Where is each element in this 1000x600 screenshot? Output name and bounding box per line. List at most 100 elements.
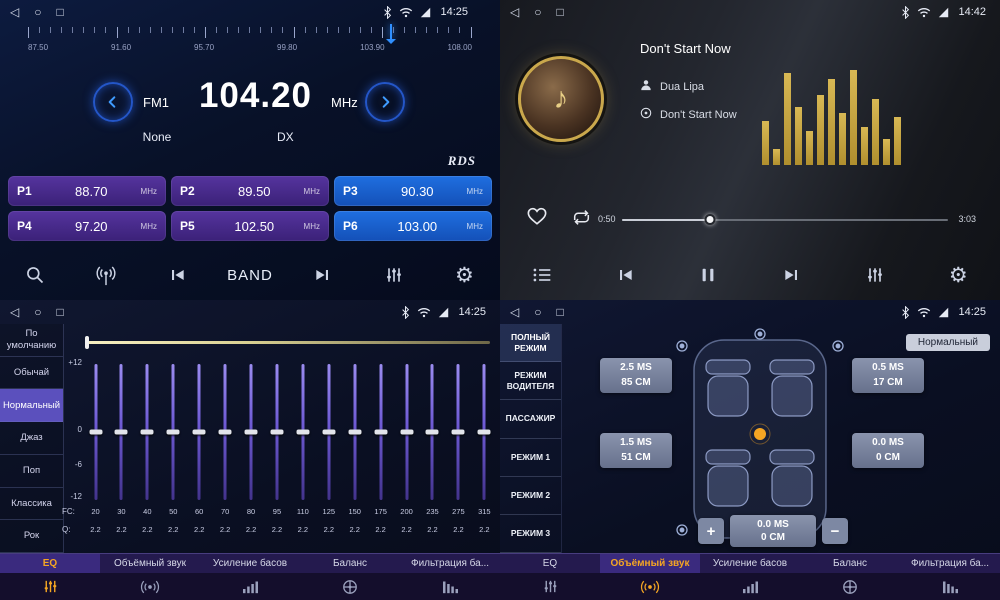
preset-button-6[interactable]: P6 103.00 MHz (334, 211, 492, 241)
eq-band-thumb[interactable] (193, 430, 206, 435)
eq-band-slider[interactable] (477, 364, 492, 500)
master-gain-thumb[interactable] (85, 336, 89, 349)
nav-back-icon[interactable]: ◁ (510, 0, 519, 24)
preset-button-2[interactable]: P2 89.50 MHz (171, 176, 329, 206)
tab-balance[interactable]: Баланс (300, 554, 400, 573)
repeat-icon[interactable] (571, 209, 592, 231)
preset-button-5[interactable]: P5 102.50 MHz (171, 211, 329, 241)
nav-back-icon[interactable]: ◁ (10, 0, 19, 24)
settings-gear-icon[interactable]: ⚙ (937, 254, 979, 296)
eq-preset-classic[interactable]: Классика (0, 488, 63, 521)
playlist-icon[interactable] (521, 254, 563, 296)
filter-tab-icon[interactable] (900, 579, 1000, 594)
mode-full[interactable]: ПОЛНЫЙ РЕЖИМ (500, 324, 561, 362)
delay-decrease-button[interactable]: − (822, 518, 848, 544)
eq-preset-custom[interactable]: Обычай (0, 357, 63, 390)
next-station-icon[interactable] (302, 254, 344, 296)
eq-band-slider[interactable] (140, 364, 155, 500)
eq-preset-normal[interactable]: Нормальный (0, 389, 63, 422)
nav-recents-icon[interactable]: □ (556, 0, 563, 24)
eq-band-slider[interactable] (244, 364, 259, 500)
nav-recents-icon[interactable]: □ (56, 0, 63, 24)
eq-band-slider[interactable] (321, 364, 336, 500)
nav-home-icon[interactable]: ○ (34, 0, 41, 24)
bass-boost-tab-icon[interactable] (200, 579, 300, 594)
filter-tab-icon[interactable] (400, 579, 500, 594)
eq-band-thumb[interactable] (452, 430, 465, 435)
mode-3[interactable]: РЕЖИМ 3 (500, 515, 561, 553)
eq-preset-jazz[interactable]: Джаз (0, 422, 63, 455)
mode-passenger[interactable]: ПАССАЖИР (500, 400, 561, 438)
nav-back-icon[interactable]: ◁ (510, 300, 519, 324)
frequency-ruler[interactable]: 87.50 91.60 95.70 99.80 103.90 108.00 (28, 27, 472, 65)
surround-tab-icon[interactable] (600, 579, 700, 595)
surround-tab-icon[interactable] (100, 579, 200, 595)
eq-band-thumb[interactable] (219, 430, 232, 435)
eq-band-slider[interactable] (425, 364, 440, 500)
pause-icon[interactable] (687, 254, 729, 296)
balance-tab-icon[interactable] (300, 579, 400, 595)
nav-home-icon[interactable]: ○ (534, 300, 541, 324)
eq-band-slider[interactable] (373, 364, 388, 500)
eq-preset-pop[interactable]: Поп (0, 455, 63, 488)
eq-band-slider[interactable] (451, 364, 466, 500)
favorite-heart-icon[interactable] (526, 206, 548, 231)
tab-eq[interactable]: EQ (500, 554, 600, 573)
eq-band-slider[interactable] (218, 364, 233, 500)
eq-preset-rock[interactable]: Рок (0, 520, 63, 553)
eq-band-thumb[interactable] (400, 430, 413, 435)
mode-2[interactable]: РЕЖИМ 2 (500, 477, 561, 515)
nav-home-icon[interactable]: ○ (34, 300, 41, 324)
mode-driver[interactable]: РЕЖИМ ВОДИТЕЛЯ (500, 362, 561, 400)
tab-balance[interactable]: Баланс (800, 554, 900, 573)
bass-boost-tab-icon[interactable] (700, 579, 800, 594)
eq-band-thumb[interactable] (89, 430, 102, 435)
sound-profile-button[interactable]: Нормальный (906, 334, 990, 351)
seek-down-button[interactable] (93, 82, 133, 122)
tab-eq[interactable]: EQ (0, 554, 100, 573)
eq-band-slider[interactable] (192, 364, 207, 500)
balance-tab-icon[interactable] (800, 579, 900, 595)
front-left-delay[interactable]: 2.5 MS 85 CM (600, 358, 672, 393)
eq-band-thumb[interactable] (348, 430, 361, 435)
preset-button-3[interactable]: P3 90.30 MHz (334, 176, 492, 206)
next-track-icon[interactable] (771, 254, 813, 296)
tab-surround[interactable]: Объёмный звук (100, 554, 200, 573)
tab-surround[interactable]: Объёмный звук (600, 554, 700, 573)
eq-band-thumb[interactable] (167, 430, 180, 435)
mixer-sliders-icon[interactable] (854, 254, 896, 296)
master-gain-slider[interactable] (88, 341, 490, 344)
settings-gear-icon[interactable]: ⚙ (443, 254, 485, 296)
tab-filter[interactable]: Фильтрация ба... (900, 554, 1000, 573)
progress-thumb[interactable] (705, 214, 716, 225)
eq-band-slider[interactable] (269, 364, 284, 500)
equalizer-icon[interactable] (373, 254, 415, 296)
auto-scan-icon[interactable] (85, 254, 127, 296)
eq-tab-icon[interactable] (0, 578, 100, 595)
previous-track-icon[interactable] (604, 254, 646, 296)
eq-band-thumb[interactable] (141, 430, 154, 435)
tab-bass-boost[interactable]: Усиление басов (700, 554, 800, 573)
eq-band-slider[interactable] (114, 364, 129, 500)
tab-bass-boost[interactable]: Усиление басов (200, 554, 300, 573)
eq-band-thumb[interactable] (322, 430, 335, 435)
eq-band-thumb[interactable] (426, 430, 439, 435)
tab-filter[interactable]: Фильтрация ба... (400, 554, 500, 573)
eq-band-slider[interactable] (347, 364, 362, 500)
rear-right-delay[interactable]: 0.0 MS 0 CM (852, 433, 924, 468)
eq-tab-icon[interactable] (500, 578, 600, 595)
eq-band-thumb[interactable] (245, 430, 258, 435)
eq-band-slider[interactable] (399, 364, 414, 500)
seek-up-button[interactable] (365, 82, 405, 122)
mode-1[interactable]: РЕЖИМ 1 (500, 439, 561, 477)
previous-station-icon[interactable] (156, 254, 198, 296)
eq-band-slider[interactable] (88, 364, 103, 500)
preset-button-4[interactable]: P4 97.20 MHz (8, 211, 166, 241)
progress-bar[interactable] (622, 219, 948, 221)
eq-band-thumb[interactable] (374, 430, 387, 435)
eq-band-thumb[interactable] (478, 430, 491, 435)
band-button[interactable]: BAND (227, 254, 273, 296)
nav-recents-icon[interactable]: □ (556, 300, 563, 324)
eq-band-slider[interactable] (166, 364, 181, 500)
eq-band-thumb[interactable] (115, 430, 128, 435)
